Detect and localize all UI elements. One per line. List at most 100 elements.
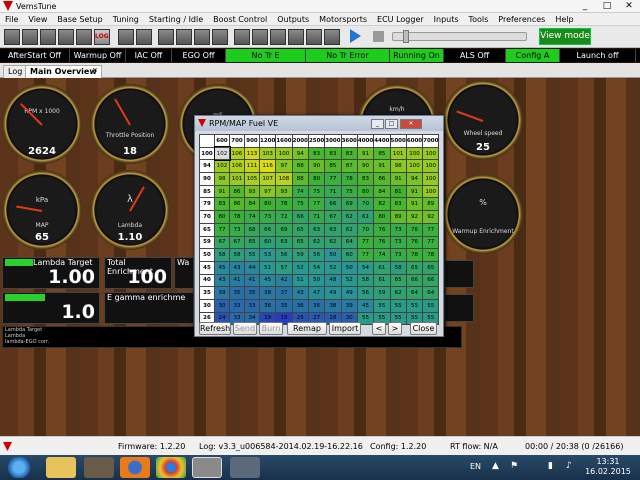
- ve-cell[interactable]: 77: [356, 235, 375, 250]
- ve-cell[interactable]: 67: [229, 235, 245, 250]
- ve-cell[interactable]: 33: [229, 298, 245, 313]
- menu-item[interactable]: Tools: [464, 13, 494, 25]
- ve-cell[interactable]: 74: [244, 210, 260, 224]
- ve-cell[interactable]: 78: [422, 248, 440, 262]
- ve-cell[interactable]: 101: [229, 172, 245, 186]
- ve-cell[interactable]: 102: [214, 159, 230, 174]
- toolbar-tool-icon[interactable]: [270, 29, 286, 45]
- ve-cell[interactable]: 86: [373, 172, 391, 186]
- ve-cell[interactable]: 80: [307, 172, 326, 186]
- ve-cell[interactable]: 86: [229, 197, 245, 212]
- ve-cell[interactable]: 38: [258, 286, 277, 300]
- ve-cell[interactable]: 91: [405, 184, 424, 199]
- ve-cell[interactable]: 84: [244, 197, 260, 212]
- ve-cell[interactable]: 39: [214, 286, 230, 300]
- ve-cell[interactable]: 93: [275, 184, 293, 199]
- language-indicator[interactable]: EN: [470, 462, 481, 471]
- close-icon[interactable]: ✕: [400, 119, 422, 129]
- toolbar-tool-icon[interactable]: [212, 29, 228, 45]
- ve-cell[interactable]: 82: [373, 197, 391, 212]
- ve-cell[interactable]: 76: [405, 235, 424, 250]
- ve-cell[interactable]: 83: [324, 146, 342, 161]
- ve-cell[interactable]: 60: [258, 235, 277, 250]
- tab-main-overview[interactable]: Main Overview: [25, 65, 102, 78]
- toolbar-tool-icon[interactable]: [136, 29, 152, 45]
- menu-item[interactable]: Preferences: [493, 13, 550, 25]
- ve-cell[interactable]: 56: [356, 286, 375, 300]
- ve-cell[interactable]: 58: [229, 248, 245, 262]
- ve-cell[interactable]: 66: [291, 210, 309, 224]
- remap-button[interactable]: Remap: [287, 322, 327, 335]
- ve-cell[interactable]: 50: [307, 273, 326, 288]
- ve-cell[interactable]: 91: [389, 172, 407, 186]
- network-icon[interactable]: ▮: [548, 461, 553, 471]
- ve-cell[interactable]: 91: [373, 159, 391, 174]
- ve-cell[interactable]: 91: [405, 197, 424, 212]
- menu-item[interactable]: Tuning: [108, 13, 144, 25]
- maximize-icon[interactable]: □: [596, 0, 618, 13]
- ve-cell[interactable]: 85: [324, 159, 342, 174]
- ve-cell[interactable]: 65: [244, 235, 260, 250]
- system-clock[interactable]: 13:31 16.02.2015: [583, 457, 633, 477]
- ve-cell[interactable]: 86: [229, 184, 245, 199]
- ve-cell[interactable]: 50: [340, 260, 358, 275]
- ve-cell[interactable]: 65: [291, 235, 309, 250]
- ve-cell[interactable]: 77: [422, 235, 440, 250]
- ve-cell[interactable]: 74: [373, 248, 391, 262]
- ve-cell[interactable]: 70: [356, 222, 375, 237]
- ve-cell[interactable]: 33: [244, 298, 260, 313]
- ve-cell[interactable]: 66: [405, 273, 424, 288]
- menu-item[interactable]: File: [0, 13, 23, 25]
- firefox-icon[interactable]: [120, 457, 150, 478]
- toolbar-tool-icon[interactable]: [252, 29, 268, 45]
- ve-cell[interactable]: 97: [258, 184, 277, 199]
- ve-cell[interactable]: 75: [340, 184, 358, 199]
- ve-cell[interactable]: 75: [291, 197, 309, 212]
- ve-cell[interactable]: 62: [307, 235, 326, 250]
- ve-cell[interactable]: 35: [275, 298, 293, 313]
- ve-cell[interactable]: 77: [214, 222, 230, 237]
- ve-cell[interactable]: 69: [275, 222, 293, 237]
- ve-cell[interactable]: 108: [275, 172, 293, 186]
- ve-cell[interactable]: 100: [405, 159, 424, 174]
- next-button[interactable]: >: [388, 322, 402, 335]
- toolbar-tool-icon[interactable]: [40, 29, 56, 45]
- ve-cell[interactable]: 90: [356, 159, 375, 174]
- ve-cell[interactable]: 64: [340, 235, 358, 250]
- menu-item[interactable]: Help: [550, 13, 578, 25]
- chrome-icon[interactable]: [156, 457, 186, 478]
- ve-cell[interactable]: 87: [340, 159, 358, 174]
- ve-cell[interactable]: 88: [291, 159, 309, 174]
- ve-cell[interactable]: 56: [307, 248, 326, 262]
- toolbar-tool-icon[interactable]: [234, 29, 250, 45]
- ve-cell[interactable]: 73: [389, 235, 407, 250]
- ve-cell[interactable]: 100: [422, 159, 440, 174]
- ve-cell[interactable]: 98: [389, 159, 407, 174]
- ve-cell[interactable]: 97: [275, 159, 293, 174]
- ve-cell[interactable]: 71: [307, 210, 326, 224]
- ve-cell[interactable]: 59: [373, 286, 391, 300]
- ve-cell[interactable]: 42: [275, 273, 293, 288]
- menu-item[interactable]: Base Setup: [52, 13, 107, 25]
- ve-cell[interactable]: 55: [422, 298, 440, 313]
- ve-table[interactable]: 600 700 900 1200 1600 2000 2500 3000 3600 4000 440…: [199, 134, 440, 326]
- toolbar-tool-icon[interactable]: [324, 29, 340, 45]
- toolbar-tool-icon[interactable]: [306, 29, 322, 45]
- ve-cell[interactable]: 51: [258, 260, 277, 275]
- ve-cell[interactable]: 67: [214, 235, 230, 250]
- ve-cell[interactable]: 44: [244, 260, 260, 275]
- ve-cell[interactable]: 65: [405, 260, 424, 275]
- ve-cell[interactable]: 72: [275, 210, 293, 224]
- ve-cell[interactable]: 66: [258, 222, 277, 237]
- ve-cell[interactable]: 35: [244, 286, 260, 300]
- media-player-icon[interactable]: [84, 457, 114, 478]
- ve-cell[interactable]: 91: [356, 146, 375, 161]
- menu-item[interactable]: Starting / Idle: [144, 13, 208, 25]
- menu-item[interactable]: View: [23, 13, 52, 25]
- ve-cell[interactable]: 89: [389, 210, 407, 224]
- ve-cell[interactable]: 36: [307, 298, 326, 313]
- prev-button[interactable]: <: [372, 322, 386, 335]
- ve-cell[interactable]: 71: [324, 184, 342, 199]
- menu-item[interactable]: Boost Control: [208, 13, 272, 25]
- ve-cell[interactable]: 76: [373, 235, 391, 250]
